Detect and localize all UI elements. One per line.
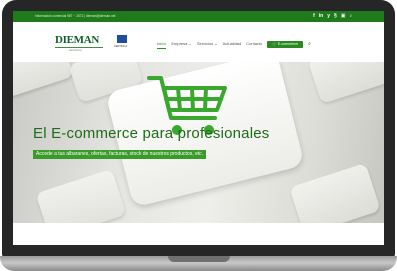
certification-badge (117, 35, 127, 43)
main-navigation: Inicio InicioEmpresa ⌄ Servicios ⌄ Actua… (157, 39, 311, 49)
laptop-frame: Información comercial 987 ·· 2572 | diem… (0, 0, 397, 271)
laptop-notch (168, 256, 230, 262)
cart-icon: 🛒 (272, 41, 277, 46)
keyboard-key-decoration (35, 168, 127, 223)
ecommerce-button[interactable]: 🛒 E-commerce (267, 40, 304, 48)
hero-title: El E-commerce para profesionales (33, 125, 270, 142)
tiktok-icon[interactable]: ♪ (350, 13, 353, 20)
hero-subtitle: Accede a tus albaranes, ofertas, factura… (33, 150, 207, 159)
linkedin-icon[interactable]: in (319, 13, 323, 20)
keyboard-key-decoration (307, 62, 384, 104)
contact-info: Información comercial 987 ·· 2572 | diem… (35, 14, 116, 18)
top-contact-bar: Información comercial 987 ·· 2572 | diem… (13, 11, 384, 22)
nav-item-empresa-label: Empresa (171, 41, 188, 46)
logo-text: DIEMAN (55, 34, 100, 46)
instagram-icon[interactable]: ▣ (341, 13, 346, 20)
logo-subtitle: electrónica (69, 49, 82, 52)
website-screen: Información comercial 987 ·· 2572 | diem… (13, 11, 384, 245)
ecommerce-button-label: E-commerce (277, 41, 299, 46)
nav-item-contacto[interactable]: Contacto (246, 40, 262, 48)
nav-item-servicios[interactable]: Servicios ⌄ (197, 40, 218, 48)
pinterest-icon[interactable]: § (334, 13, 337, 20)
social-links: f in y § ▣ ♪ (313, 13, 352, 20)
twitter-icon[interactable]: y (327, 13, 330, 20)
certification-label: CERTIFICA (114, 45, 128, 48)
nav-item-inicio[interactable]: Inicio (157, 40, 167, 49)
chevron-down-icon: ⌄ (214, 41, 218, 46)
logo-underline (55, 47, 103, 48)
page-content-area (13, 223, 384, 245)
site-header: DIEMAN electrónica CERTIFICA Inicio Inic… (13, 22, 384, 62)
nav-item-servicios-label: Servicios (196, 41, 214, 46)
keyboard-key-decoration (289, 162, 381, 223)
nav-item-actualidad[interactable]: Actualidad (223, 40, 242, 48)
facebook-icon[interactable]: f (313, 13, 315, 20)
chevron-down-icon: ⌄ (188, 41, 192, 46)
nav-item-empresa[interactable]: InicioEmpresa ⌄ (171, 40, 192, 48)
search-icon[interactable]: ⌕ (308, 40, 311, 48)
keyboard-key-decoration (13, 62, 74, 98)
hero-banner: El E-commerce para profesionales Accede … (13, 62, 384, 223)
dieman-logo[interactable]: DIEMAN electrónica (55, 34, 107, 54)
